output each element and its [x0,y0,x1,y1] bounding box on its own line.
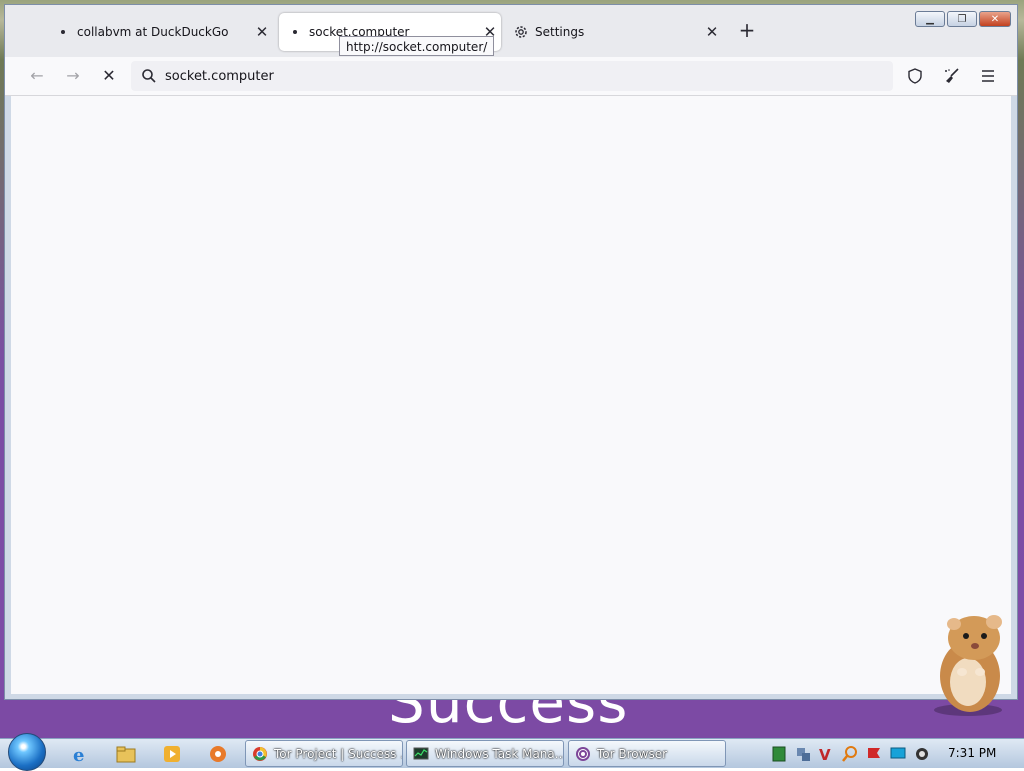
stop-loading-button[interactable]: ✕ [99,66,119,86]
hamburger-menu-icon[interactable] [981,69,995,83]
tor-browser-icon [576,746,590,761]
new-identity-broom-icon[interactable] [943,68,961,84]
tab-duckduckgo[interactable]: collabvm at DuckDuckGo ✕ [47,13,273,51]
tab-tooltip: http://socket.computer/ [339,36,495,56]
svg-text:e: e [73,745,84,764]
chrome-icon [253,746,267,761]
minimize-button[interactable]: ▁ [915,11,945,27]
tab-strip: collabvm at DuckDuckGo ✕ socket.computer… [5,5,1017,57]
taskbar-item-tor-project[interactable]: Tor Project | Success ... [245,740,403,767]
page-content-area[interactable] [11,96,1011,694]
windows-taskbar: e Tor Project | Success ... Windows Task… [0,733,1024,771]
tray-monitor-icon[interactable] [890,745,906,763]
close-icon[interactable]: ✕ [701,23,723,41]
svg-text:V: V [819,746,831,763]
new-tab-button[interactable]: + [737,20,757,41]
navigation-toolbar: ← → ✕ [5,57,1017,96]
tray-network-icon[interactable] [796,745,812,763]
shield-icon[interactable] [907,68,923,84]
tray-search-icon[interactable] [842,745,858,763]
taskbar-item-label: Windows Task Mana... [435,746,564,761]
media-player-icon[interactable] [162,744,182,764]
tab-label: collabvm at DuckDuckGo [77,25,229,39]
file-explorer-icon[interactable] [116,744,136,764]
url-input[interactable] [165,68,865,84]
tray-speaker-icon[interactable] [914,745,930,763]
taskbar-item-task-manager[interactable]: Windows Task Mana... [406,740,564,767]
app-launcher-icon[interactable] [208,744,228,764]
taskbar-item-label: Tor Browser [597,746,668,761]
tab-loading-dot [61,30,65,34]
hamster-mascot-icon [934,615,1002,716]
tab-settings[interactable]: Settings ✕ [501,13,723,51]
tab-label: Settings [535,25,585,39]
tray-v-icon[interactable]: V [818,745,832,763]
taskbar-item-label: Tor Project | Success ... [274,746,403,761]
url-bar[interactable] [131,61,893,91]
gear-icon [515,26,527,38]
back-button[interactable]: ← [27,66,47,86]
taskbar-clock[interactable]: 7:31 PM [948,746,996,760]
browser-window: collabvm at DuckDuckGo ✕ socket.computer… [4,4,1018,700]
window-close-button[interactable]: ✕ [979,11,1011,27]
internet-explorer-icon[interactable]: e [70,744,90,764]
tab-loading-dot [293,30,297,34]
maximize-button[interactable]: ❐ [947,11,977,27]
search-icon [142,69,156,83]
window-controls: ▁ ❐ ✕ [915,11,1011,27]
forward-button[interactable]: → [63,66,83,86]
close-icon[interactable]: ✕ [251,23,273,41]
task-manager-icon [413,747,429,759]
tray-flag-icon[interactable] [866,745,882,763]
taskbar-item-tor-browser[interactable]: Tor Browser [568,740,726,767]
tray-green-app-icon[interactable] [772,745,786,763]
start-button[interactable] [8,733,46,771]
